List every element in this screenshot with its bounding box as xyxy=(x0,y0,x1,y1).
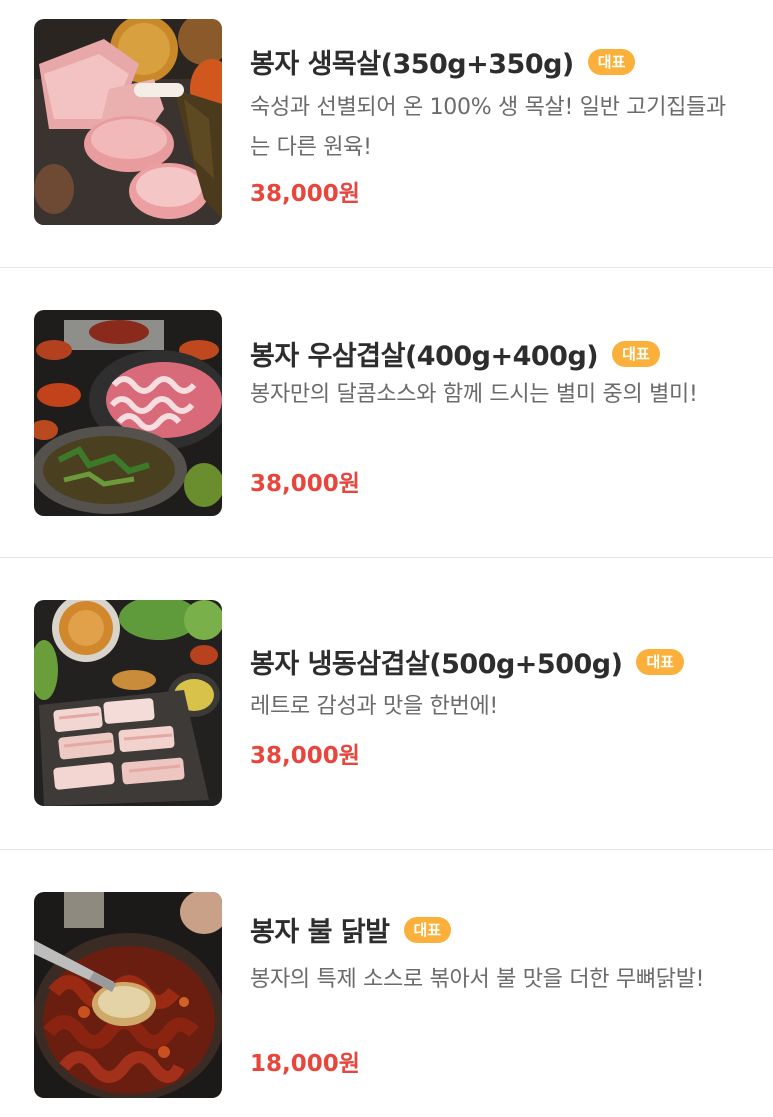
signature-badge: 대표 xyxy=(587,48,636,75)
menu-price: 18,000원 xyxy=(250,1051,360,1077)
title-row: 봉자 생목살(350g+350g) 대표 xyxy=(250,42,636,81)
menu-description: 레트로 감성과 맛을 한번에! xyxy=(250,694,498,719)
menu-title: 봉자 생목살(350g+350g) xyxy=(250,49,574,80)
menu-description: 봉자만의 달콤소스와 함께 드시는 별미 중의 별미! xyxy=(250,382,698,407)
menu-title: 봉자 우삼겹살(400g+400g) xyxy=(250,341,599,372)
signature-badge: 대표 xyxy=(612,340,660,367)
menu-description: 봉자의 특제 소스로 볶아서 불 맛을 더한 무뼈닭발! xyxy=(250,967,705,992)
menu-item[interactable]: 봉자 불 닭발 대표 봉자의 특제 소스로 볶아서 불 맛을 더한 무뼈닭발! … xyxy=(0,850,773,1117)
frozen-pork-belly-photo[interactable] xyxy=(34,600,222,806)
menu-item[interactable]: 봉자 냉동삼겹살(500g+500g) 대표 레트로 감성과 맛을 한번에! 3… xyxy=(0,558,773,850)
menu-description: 숙성과 선별되어 온 100% 생 목살! 일반 고기집들과는 다른 원육! xyxy=(250,95,726,160)
signature-badge: 대표 xyxy=(403,916,452,943)
title-row: 봉자 우삼겹살(400g+400g) 대표 xyxy=(250,334,660,373)
menu-title: 봉자 냉동삼겹살(500g+500g) xyxy=(250,649,623,680)
spicy-chicken-feet-photo[interactable] xyxy=(34,892,222,1098)
signature-badge: 대표 xyxy=(636,648,685,675)
menu-item[interactable]: 봉자 우삼겹살(400g+400g) 대표 봉자만의 달콤소스와 함께 드시는 … xyxy=(0,268,773,558)
pork-neck-photo[interactable] xyxy=(34,19,222,225)
menu-list: 봉자 생목살(350g+350g) 대표 숙성과 선별되어 온 100% 생 목… xyxy=(0,0,773,1117)
title-row: 봉자 냉동삼겹살(500g+500g) 대표 xyxy=(250,642,685,681)
menu-price: 38,000원 xyxy=(250,743,360,769)
menu-price: 38,000원 xyxy=(250,181,360,207)
title-row: 봉자 불 닭발 대표 xyxy=(250,910,452,949)
menu-item[interactable]: 봉자 생목살(350g+350g) 대표 숙성과 선별되어 온 100% 생 목… xyxy=(0,0,773,268)
menu-price: 38,000원 xyxy=(250,471,360,497)
menu-title: 봉자 불 닭발 xyxy=(250,917,390,948)
beef-brisket-photo[interactable] xyxy=(34,310,222,516)
